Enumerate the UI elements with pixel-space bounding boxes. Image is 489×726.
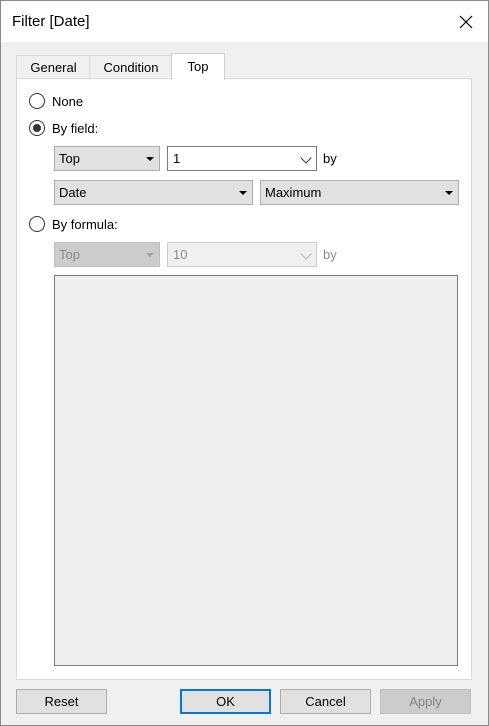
by-field-field-select[interactable]: Date — [54, 180, 253, 205]
by-formula-direction-value: Top — [59, 247, 80, 262]
tab-condition[interactable]: Condition — [89, 55, 173, 79]
by-field-by-label: by — [323, 151, 337, 166]
dropdown-arrow-icon — [146, 157, 154, 161]
reset-button[interactable]: Reset — [16, 689, 107, 714]
by-formula-direction-select: Top — [54, 242, 160, 267]
title-bar: Filter [Date] — [1, 1, 488, 42]
filter-dialog: Filter [Date] General Condition Top None… — [0, 0, 489, 726]
by-field-radio[interactable] — [29, 120, 45, 136]
top-tab-panel: None By field: Top 1 by Date Maximum By … — [16, 78, 472, 680]
by-formula-by-label: by — [323, 247, 337, 262]
chevron-down-icon — [300, 152, 312, 164]
none-label: None — [52, 94, 84, 109]
by-field-count-value: 1 — [173, 151, 181, 166]
by-field-direction-value: Top — [59, 151, 80, 166]
ok-button[interactable]: OK — [180, 689, 271, 714]
by-formula-label: By formula: — [52, 217, 118, 232]
by-field-aggregation-select[interactable]: Maximum — [260, 180, 459, 205]
close-icon — [459, 15, 473, 29]
apply-button: Apply — [380, 689, 471, 714]
formula-editor — [54, 275, 458, 666]
by-field-label: By field: — [52, 121, 99, 136]
none-radio[interactable] — [29, 93, 45, 109]
tab-general[interactable]: General — [16, 55, 91, 79]
by-field-count-combo[interactable]: 1 — [167, 146, 317, 171]
by-formula-count-value: 10 — [173, 247, 188, 262]
close-button[interactable] — [454, 10, 478, 34]
by-formula-radio[interactable] — [29, 216, 45, 232]
cancel-button[interactable]: Cancel — [280, 689, 371, 714]
by-field-direction-select[interactable]: Top — [54, 146, 160, 171]
dialog-title: Filter [Date] — [12, 13, 90, 30]
by-field-aggregation-value: Maximum — [265, 185, 322, 200]
dropdown-arrow-icon — [146, 253, 154, 257]
tab-top[interactable]: Top — [171, 53, 225, 80]
by-formula-count-combo: 10 — [167, 242, 317, 267]
by-field-field-value: Date — [59, 185, 87, 200]
chevron-down-icon — [300, 248, 312, 260]
dropdown-arrow-icon — [239, 191, 247, 195]
dropdown-arrow-icon — [445, 191, 453, 195]
